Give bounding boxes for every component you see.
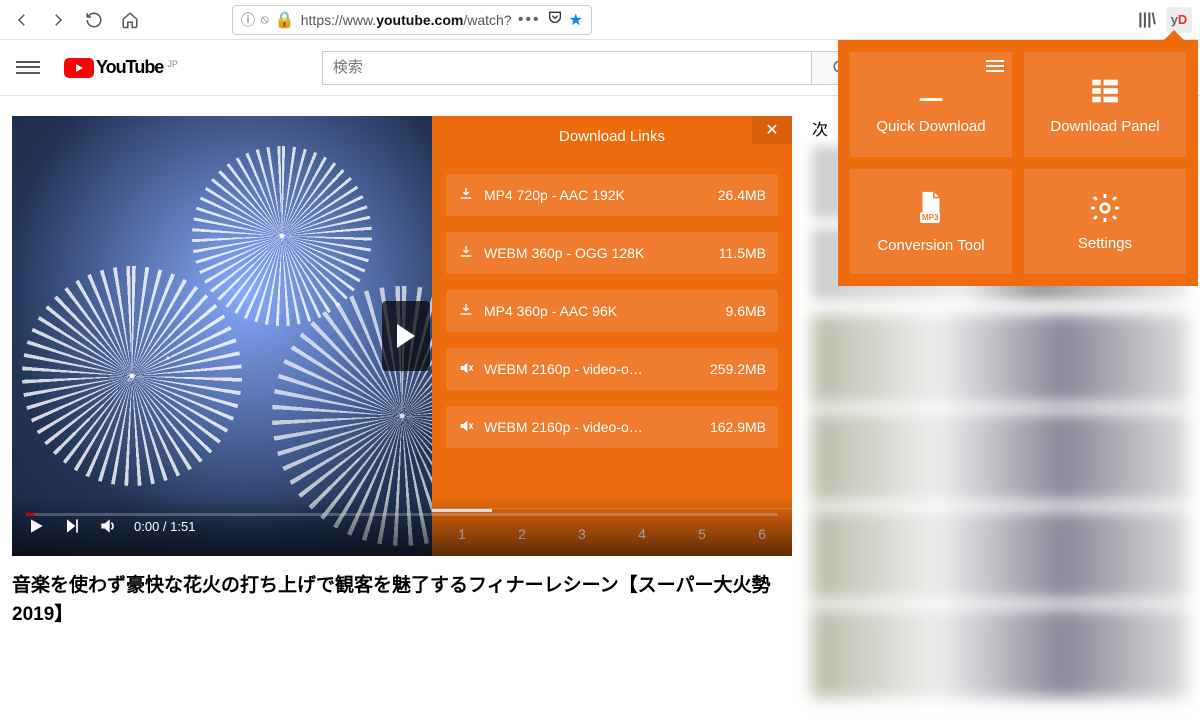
back-icon[interactable]	[8, 6, 36, 34]
download-item[interactable]: WEBM 360p - OGG 128K 11.5MB	[446, 232, 778, 274]
download-panel-tile[interactable]: Download Panel	[1024, 52, 1186, 157]
download-item-label: WEBM 2160p - video-o…	[484, 419, 700, 435]
url-text: https://www.youtube.com/watch?v=6iI1kk	[301, 12, 512, 28]
forward-icon[interactable]	[44, 6, 72, 34]
menu-icon[interactable]	[16, 56, 40, 80]
settings-tile[interactable]: Settings	[1024, 169, 1186, 274]
youtube-wordmark: YouTube	[96, 57, 163, 78]
lock-icon: 🔒	[275, 10, 295, 30]
search-input[interactable]	[322, 51, 812, 85]
youtube-logo[interactable]: YouTube JP	[64, 57, 178, 78]
next-icon[interactable]	[62, 516, 82, 536]
library-icon[interactable]: |||\	[1138, 11, 1156, 29]
more-icon[interactable]: •••	[518, 11, 541, 29]
play-overlay-icon[interactable]	[382, 301, 430, 371]
related-video[interactable]	[812, 608, 1188, 698]
tile-label: Conversion Tool	[877, 237, 984, 254]
mute-icon	[458, 360, 474, 379]
url-bar[interactable]: ⓘ ⦸ 🔒 https://www.youtube.com/watch?v=6i…	[232, 5, 592, 35]
download-item-size: 11.5MB	[719, 245, 766, 261]
quick-download-tile[interactable]: Quick Download	[850, 52, 1012, 157]
pocket-icon[interactable]	[547, 9, 563, 30]
youtube-region: JP	[167, 59, 178, 69]
download-item-label: MP4 720p - AAC 192K	[484, 187, 708, 203]
tile-label: Settings	[1078, 235, 1132, 252]
reload-icon[interactable]	[80, 6, 108, 34]
download-item-label: MP4 360p - AAC 96K	[484, 303, 716, 319]
download-item[interactable]: WEBM 2160p - video-o… 162.9MB	[446, 406, 778, 448]
youtube-play-icon	[64, 58, 94, 78]
download-item[interactable]: WEBM 2160p - video-o… 259.2MB	[446, 348, 778, 390]
download-icon	[458, 302, 474, 321]
home-icon[interactable]	[116, 6, 144, 34]
download-item[interactable]: MP4 360p - AAC 96K 9.6MB	[446, 290, 778, 332]
download-links-panel: Download Links ✕ MP4 720p - AAC 192K 26.4…	[432, 116, 792, 556]
extension-popup: Quick Download Download Panel MP3 Conver…	[838, 40, 1198, 286]
download-item-label: WEBM 360p - OGG 128K	[484, 245, 709, 261]
tile-label: Quick Download	[876, 118, 985, 135]
download-icon	[458, 186, 474, 205]
download-panel-title: Download Links	[559, 128, 665, 145]
related-video[interactable]	[812, 314, 1188, 404]
yd-extension-button[interactable]: yD	[1166, 7, 1192, 33]
player-time: 0:00 / 1:51	[134, 519, 195, 534]
info-icon[interactable]: ⓘ	[241, 10, 255, 30]
close-icon[interactable]: ✕	[752, 116, 792, 144]
download-item[interactable]: MP4 720p - AAC 192K 26.4MB	[446, 174, 778, 216]
browser-toolbar: ⓘ ⦸ 🔒 https://www.youtube.com/watch?v=6i…	[0, 0, 1200, 40]
player-controls: 0:00 / 1:51	[12, 496, 792, 556]
mute-icon	[458, 418, 474, 437]
download-icon	[458, 244, 474, 263]
download-item-size: 162.9MB	[710, 419, 766, 435]
related-video[interactable]	[812, 510, 1188, 600]
video-player[interactable]: Download Links ✕ MP4 720p - AAC 192K 26.4…	[12, 116, 792, 556]
tile-label: Download Panel	[1050, 118, 1159, 135]
tracking-icon[interactable]: ⦸	[261, 12, 269, 27]
volume-icon[interactable]	[98, 516, 118, 536]
download-item-size: 9.6MB	[726, 303, 766, 319]
conversion-tool-tile[interactable]: MP3 Conversion Tool	[850, 169, 1012, 274]
video-title: 音楽を使わず豪快な花火の打ち上げで観客を魅了するフィナーレシーン【スーパー大火勢…	[12, 572, 792, 629]
download-item-size: 259.2MB	[710, 361, 766, 377]
related-video[interactable]	[812, 412, 1188, 502]
tile-menu-icon[interactable]	[986, 60, 1004, 72]
play-icon[interactable]	[26, 516, 46, 536]
bookmark-star-icon[interactable]: ★	[569, 10, 583, 30]
download-item-label: WEBM 2160p - video-o…	[484, 361, 700, 377]
download-item-size: 26.4MB	[718, 187, 766, 203]
